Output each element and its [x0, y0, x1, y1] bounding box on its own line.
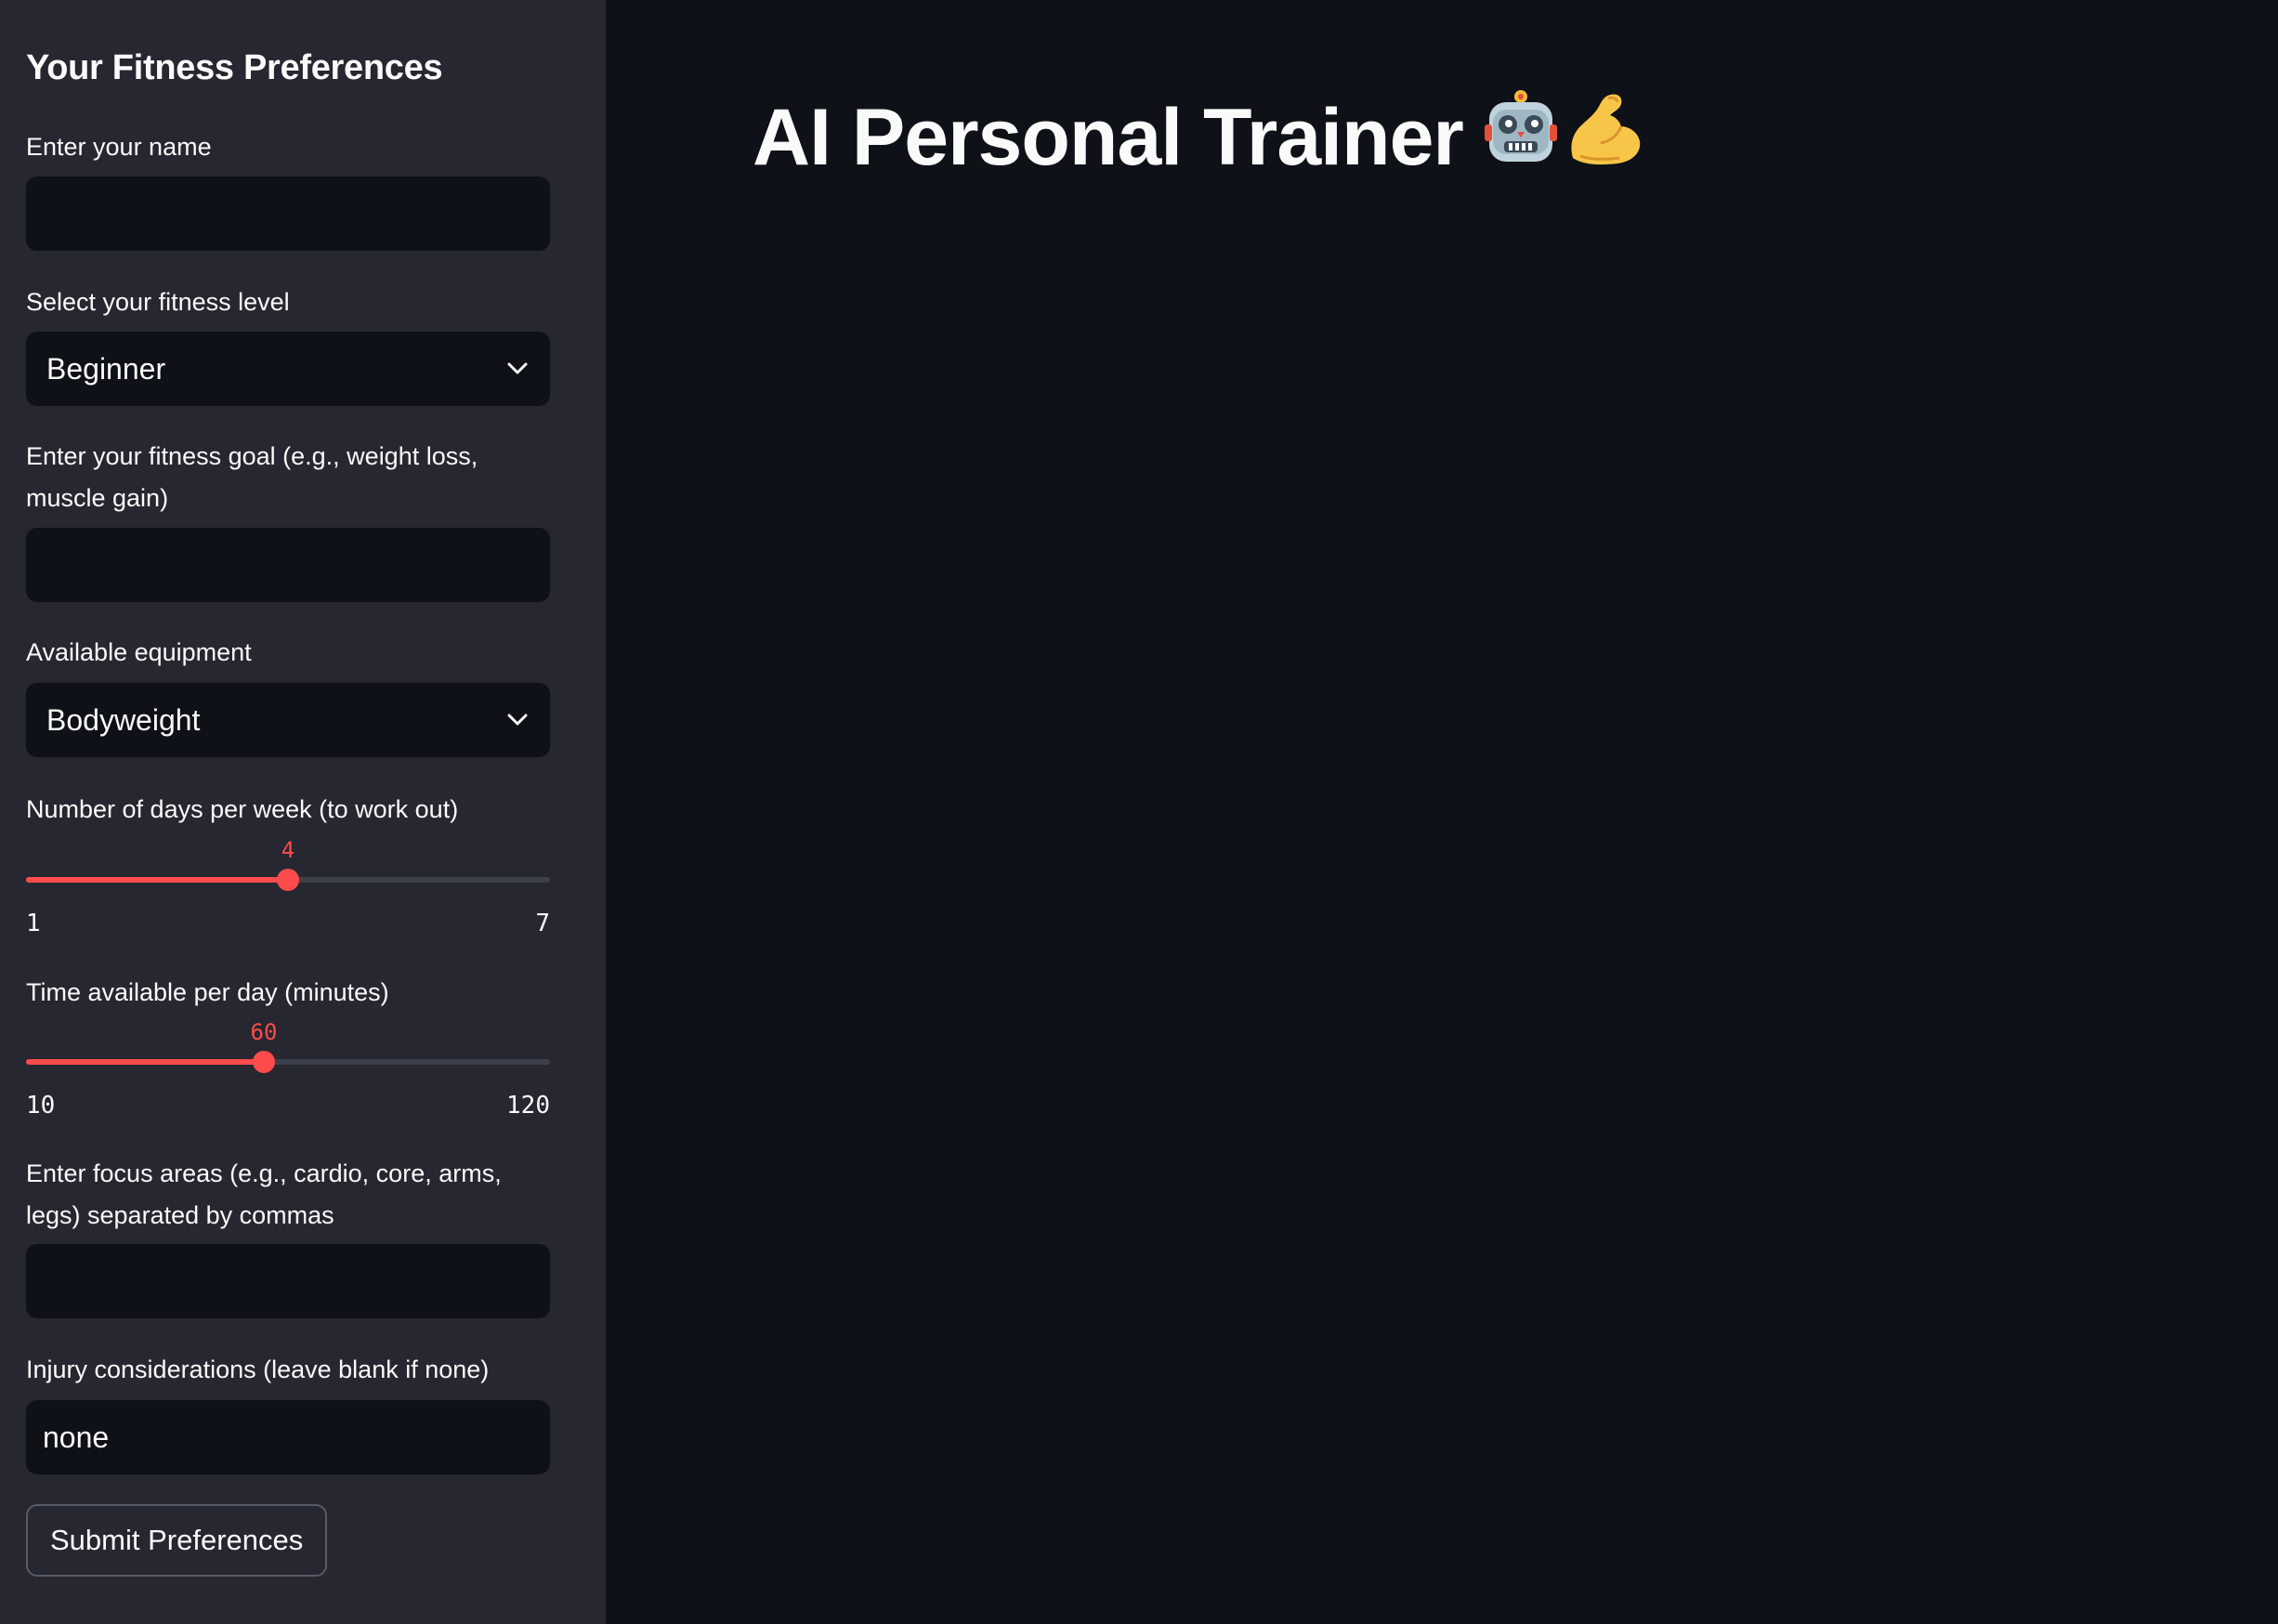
slider-fill: [26, 1059, 264, 1065]
equipment-label: Available equipment: [26, 638, 252, 666]
slider-fill: [26, 877, 288, 883]
injury-label: Injury considerations (leave blank if no…: [26, 1356, 490, 1383]
equipment-select[interactable]: Bodyweight: [26, 683, 550, 757]
days-per-week-label: Number of days per week (to work out): [26, 795, 459, 823]
fitness-goal-input[interactable]: [26, 528, 550, 602]
time-per-day-slider[interactable]: 60 10 120: [26, 1019, 550, 1121]
fitness-level-label: Select your fitness level: [26, 288, 290, 316]
page-title-text: AI Personal Trainer: [753, 93, 1464, 182]
title-emoji-group: [1484, 89, 1643, 187]
time-per-day-label: Time available per day (minutes): [26, 978, 389, 1006]
chevron-down-icon: [505, 708, 530, 732]
page-title: AI Personal Trainer: [753, 89, 1643, 187]
name-label: Enter your name: [26, 133, 212, 161]
fitness-level-select[interactable]: Beginner: [26, 332, 550, 406]
slider-value: 4: [281, 837, 295, 863]
chevron-down-icon: [505, 357, 530, 381]
slider-thumb[interactable]: [277, 869, 299, 891]
days-per-week-slider[interactable]: 4 1 7: [26, 837, 550, 939]
sidebar-title: Your Fitness Preferences: [26, 48, 443, 87]
slider-min-label: 1: [26, 910, 41, 937]
equipment-value: Bodyweight: [46, 702, 201, 737]
submit-preferences-button[interactable]: Submit Preferences: [26, 1504, 328, 1577]
flexed-biceps-icon: [1564, 89, 1643, 187]
fitness-level-value: Beginner: [46, 351, 166, 386]
slider-value: 60: [250, 1019, 278, 1045]
name-input[interactable]: [26, 177, 550, 251]
sidebar: Your Fitness Preferences Enter your name…: [0, 0, 606, 1624]
focus-areas-label: Enter focus areas (e.g., cardio, core, a…: [26, 1159, 502, 1229]
slider-max-label: 7: [535, 910, 550, 937]
main-content: AI Personal Trainer: [606, 0, 2278, 1624]
slider-max-label: 120: [506, 1092, 550, 1120]
robot-icon: [1484, 89, 1558, 187]
focus-areas-input[interactable]: [26, 1244, 550, 1318]
slider-min-label: 10: [26, 1092, 56, 1120]
injury-input[interactable]: [26, 1400, 550, 1474]
slider-thumb[interactable]: [253, 1051, 275, 1073]
app-window: Your Fitness Preferences Enter your name…: [0, 0, 2278, 1624]
fitness-goal-label: Enter your fitness goal (e.g., weight lo…: [26, 442, 478, 512]
